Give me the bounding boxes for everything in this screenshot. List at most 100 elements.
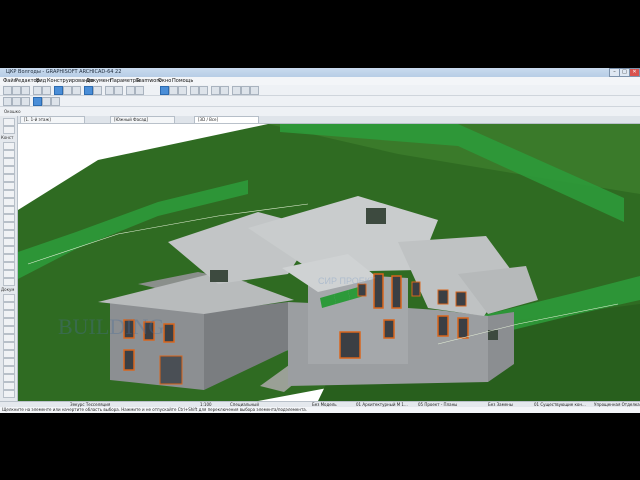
window-tool-icon[interactable] (3, 230, 15, 238)
window-garage-4 (123, 349, 135, 371)
mesh-tool-icon[interactable] (3, 262, 15, 270)
title-bar: ЦКР Волгоды - GRAPHISOFT ARCHICAD-64 22 … (0, 68, 640, 77)
toolbox-section-design: Конст (1, 135, 14, 140)
window-main-2 (411, 281, 421, 297)
text-tool-icon[interactable] (3, 310, 15, 318)
arrow-tool-icon[interactable] (54, 86, 63, 95)
stair-tool-icon[interactable] (3, 174, 15, 182)
object-tool-icon[interactable] (3, 238, 15, 246)
hint-text: Щелкните на элементе или начертите облас… (2, 407, 308, 412)
layers-icon[interactable] (114, 86, 123, 95)
section-tool-icon[interactable] (3, 366, 15, 374)
drag-icon[interactable] (12, 97, 21, 106)
level-dimension-tool-icon[interactable] (3, 302, 15, 310)
tab-floor-plan[interactable]: [1. 1-й этаж] (20, 116, 85, 123)
3d-view-icon[interactable] (160, 86, 169, 95)
window-main-tall-2 (391, 275, 402, 309)
garage-door (159, 355, 183, 385)
close-button[interactable]: ✕ (629, 68, 640, 77)
roof-tool-icon[interactable] (3, 190, 15, 198)
curtain-wall-tool-icon[interactable] (3, 214, 15, 222)
sun-icon[interactable] (220, 86, 229, 95)
window-main-4 (455, 291, 467, 307)
snap-icon[interactable] (72, 86, 81, 95)
window-main-3 (437, 289, 449, 305)
worksheet-tool-icon[interactable] (3, 390, 15, 398)
window-title: ЦКР Волгоды - GRAPHISOFT ARCHICAD-64 22 (6, 69, 122, 75)
entrance-door (339, 331, 361, 359)
column-tool-icon[interactable] (3, 150, 15, 158)
explore-icon[interactable] (178, 86, 187, 95)
window-main-7 (457, 317, 469, 339)
elevation-tool-icon[interactable] (3, 374, 15, 382)
open-icon[interactable] (12, 86, 21, 95)
toolbox-section-document: Докум (1, 287, 15, 292)
window-garage-3 (163, 323, 175, 343)
guide-icon[interactable] (84, 86, 93, 95)
undo-icon[interactable] (33, 86, 42, 95)
elevation-icon[interactable] (199, 86, 208, 95)
line-tool-icon[interactable] (3, 334, 15, 342)
zoom-in-icon[interactable] (126, 86, 135, 95)
label-tool-icon[interactable] (3, 318, 15, 326)
zone-tool-icon[interactable] (3, 254, 15, 262)
standard-toolbar (0, 85, 640, 96)
fill-tool-icon[interactable] (3, 326, 15, 334)
section-icon[interactable] (190, 86, 199, 95)
publish-icon[interactable] (232, 86, 241, 95)
window-main-5 (383, 319, 395, 339)
watermark-text-2: BUILDING (58, 314, 164, 339)
trace-icon[interactable] (105, 86, 114, 95)
beam-tool-icon[interactable] (3, 158, 15, 166)
lamp-tool-icon[interactable] (3, 246, 15, 254)
arrow-select-icon[interactable] (3, 118, 15, 126)
teamwork-icon[interactable] (241, 86, 250, 95)
door-tool-icon[interactable] (3, 222, 15, 230)
3d-viewport[interactable]: СИР ПРОЕКТ BUILDING (18, 124, 640, 401)
detail-tool-icon[interactable] (3, 382, 15, 390)
info-box: Окошко (0, 107, 640, 116)
marquee-select-icon[interactable] (3, 126, 15, 134)
orbit-icon[interactable] (169, 86, 178, 95)
render-icon[interactable] (211, 86, 220, 95)
magic-wand-icon[interactable] (3, 97, 12, 106)
shell-tool-icon[interactable] (3, 198, 15, 206)
more-tools-icon[interactable] (3, 278, 15, 286)
3d-model-render: СИР ПРОЕКТ BUILDING (18, 124, 640, 401)
menu-view[interactable]: Вид (36, 78, 46, 84)
zoom-out-icon[interactable] (135, 86, 144, 95)
menu-window[interactable]: Окно (158, 78, 171, 84)
settings-icon[interactable] (250, 86, 259, 95)
railing-tool-icon[interactable] (3, 182, 15, 190)
dimension-tool-icon[interactable] (3, 294, 15, 302)
menu-help[interactable]: Помощь (172, 78, 193, 84)
rotate-icon[interactable] (21, 97, 30, 106)
menu-document[interactable]: Документ (86, 78, 112, 84)
arc-tool-icon[interactable] (3, 342, 15, 350)
info-box-label: Окошко (4, 109, 21, 114)
drawing-tool-icon[interactable] (3, 358, 15, 366)
marquee-icon[interactable] (63, 86, 72, 95)
multiply-icon[interactable] (51, 97, 60, 106)
wall-tool-icon[interactable] (3, 142, 15, 150)
window-main-6 (437, 315, 449, 337)
gravity-icon[interactable] (93, 86, 102, 95)
skylight-tool-icon[interactable] (3, 206, 15, 214)
chimney-right (488, 330, 498, 340)
mirror-icon[interactable] (33, 97, 42, 106)
redo-icon[interactable] (42, 86, 51, 95)
morph-tool-icon[interactable] (3, 270, 15, 278)
tab-3d-all[interactable]: [3D / Все] (194, 116, 259, 123)
elevate-icon[interactable] (42, 97, 51, 106)
archicad-window: ЦКР Волгоды - GRAPHISOFT ARCHICAD-64 22 … (0, 68, 640, 413)
slab-tool-icon[interactable] (3, 166, 15, 174)
chimney-main (366, 208, 386, 224)
new-icon[interactable] (3, 86, 12, 95)
hint-bar: Щелкните на элементе или начертите облас… (0, 407, 640, 413)
chimney-left (210, 270, 228, 282)
toolbox-panel: Конст Докум (0, 116, 18, 401)
tab-south-elevation[interactable]: [Южный Фасад] (110, 116, 175, 123)
view-tab-bar: [1. 1-й этаж] [Южный Фасад] [3D / Все] (18, 116, 640, 124)
polyline-tool-icon[interactable] (3, 350, 15, 358)
save-icon[interactable] (21, 86, 30, 95)
